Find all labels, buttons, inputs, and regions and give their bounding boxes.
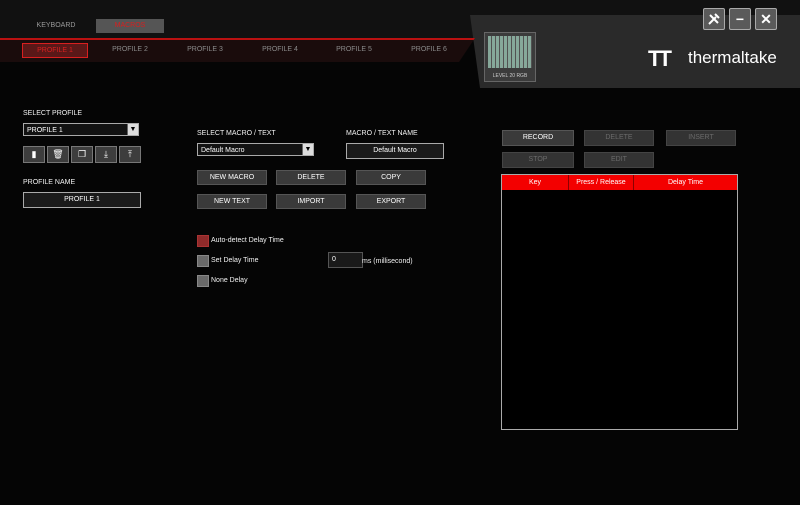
import-button[interactable]: IMPORT — [276, 194, 346, 209]
save-profile-button[interactable]: ▮ — [23, 146, 45, 163]
macro-event-table[interactable]: Key Press / Release Delay Time — [501, 174, 738, 430]
profile-select[interactable]: PROFILE 1 ▼ — [23, 123, 139, 136]
tab-profile-5[interactable]: PROFILE 5 — [322, 43, 386, 56]
tab-profile-6[interactable]: PROFILE 6 — [397, 43, 461, 56]
macro-name-input[interactable]: Default Macro — [346, 143, 444, 159]
delete-profile-button[interactable]: 🗑 — [47, 146, 69, 163]
brand-logo: TT thermaltake — [648, 44, 788, 71]
insert-button[interactable]: INSERT — [666, 130, 736, 146]
tab-profile-1[interactable]: PROFILE 1 — [22, 43, 88, 58]
profile-name-label: PROFILE NAME — [23, 179, 76, 186]
tab-profile-3[interactable]: PROFILE 3 — [173, 43, 237, 56]
delay-unit-label: ms (millisecond) — [362, 258, 413, 265]
record-button[interactable]: RECORD — [502, 130, 574, 146]
copy-icon: ❐ — [77, 149, 87, 159]
set-delay-label: Set Delay Time — [211, 257, 259, 264]
chevron-down-icon: ▼ — [302, 144, 313, 155]
tools-icon[interactable] — [703, 8, 725, 30]
none-delay-checkbox[interactable] — [197, 275, 209, 287]
column-header-key: Key — [502, 175, 569, 190]
save-icon: ▮ — [31, 149, 37, 159]
export-profile-button[interactable]: ⤒ — [119, 146, 141, 163]
import-profile-button[interactable]: ⤓ — [95, 146, 117, 163]
download-icon: ⤓ — [104, 149, 108, 159]
export-button[interactable]: EXPORT — [356, 194, 426, 209]
column-header-delay-time: Delay Time — [667, 179, 703, 186]
chevron-down-icon: ▼ — [127, 124, 138, 135]
device-label: LEVEL 20 RGB — [492, 73, 528, 79]
macro-select[interactable]: Default Macro ▼ — [197, 143, 314, 156]
upload-icon: ⤒ — [128, 149, 132, 159]
set-delay-checkbox[interactable] — [197, 255, 209, 267]
brand-name: thermaltake — [688, 48, 777, 67]
trash-icon: 🗑 — [52, 149, 64, 159]
new-text-button[interactable]: NEW TEXT — [197, 194, 267, 209]
edit-button[interactable]: EDIT — [584, 152, 654, 168]
none-delay-label: None Delay — [211, 277, 248, 284]
macro-select-value: Default Macro — [201, 147, 245, 154]
profile-name-input[interactable]: PROFILE 1 — [23, 192, 141, 208]
keyboard-image — [488, 36, 532, 68]
close-icon[interactable]: ✕ — [755, 8, 777, 30]
new-macro-button[interactable]: NEW MACRO — [197, 170, 267, 185]
macro-name-label: MACRO / TEXT NAME — [346, 130, 418, 137]
delete-macro-button[interactable]: DELETE — [276, 170, 346, 185]
auto-detect-checkbox[interactable] — [197, 235, 209, 247]
tab-profile-4[interactable]: PROFILE 4 — [248, 43, 312, 56]
copy-macro-button[interactable]: COPY — [356, 170, 426, 185]
tab-keyboard[interactable]: KEYBOARD — [22, 19, 90, 33]
device-thumbnail[interactable]: LEVEL 20 RGB — [484, 32, 536, 82]
copy-profile-button[interactable]: ❐ — [71, 146, 93, 163]
table-header: Key Press / Release Delay Time — [502, 175, 737, 190]
record-delete-button[interactable]: DELETE — [584, 130, 654, 146]
select-macro-label: SELECT MACRO / TEXT — [197, 130, 276, 137]
column-header-press-release: Press / Release — [569, 175, 634, 190]
logo-mark-icon: TT — [648, 46, 672, 71]
stop-button[interactable]: STOP — [502, 152, 574, 168]
profile-select-value: PROFILE 1 — [27, 127, 63, 134]
select-profile-label: SELECT PROFILE — [23, 110, 83, 117]
auto-detect-label: Auto-detect Delay Time — [211, 237, 284, 244]
tab-profile-2[interactable]: PROFILE 2 — [98, 43, 162, 56]
delay-input[interactable]: 0 — [328, 252, 363, 268]
tab-macros[interactable]: MACROS — [96, 19, 164, 33]
minimize-icon[interactable]: − — [729, 8, 751, 30]
